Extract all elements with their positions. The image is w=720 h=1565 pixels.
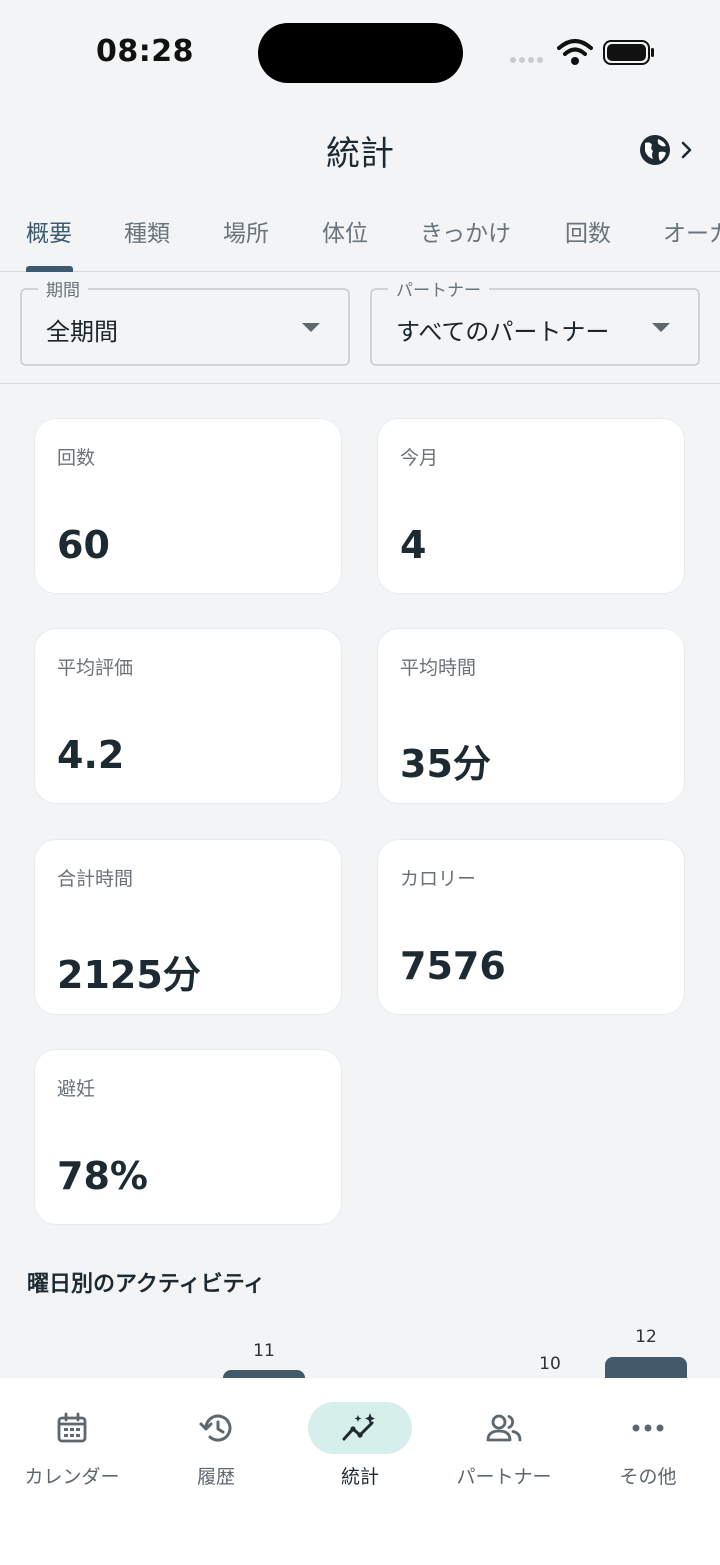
stat-label: 回数 [57, 447, 96, 469]
stat-value: 35分 [400, 742, 491, 786]
stat-card-this-month: 今月 4 [377, 418, 685, 594]
tab-trigger[interactable]: きっかけ [420, 214, 511, 248]
chart-bar [605, 1357, 687, 1380]
stat-label: カロリー [400, 868, 477, 890]
nav-label: 履歴 [196, 1466, 235, 1488]
stat-card-average-rating: 平均評価 4.2 [34, 628, 342, 804]
cellular-signal-icon [510, 57, 543, 63]
dynamic-island [258, 23, 463, 83]
chevron-right-icon [681, 141, 692, 159]
nav-calendar[interactable]: カレンダー [0, 1378, 144, 1498]
wifi-icon [557, 39, 593, 65]
calendar-icon [57, 1412, 87, 1443]
bottom-navigation: カレンダー 履歴 統計 パートナー その他 [0, 1378, 720, 1565]
more-icon [632, 1424, 664, 1432]
stat-value: 7576 [400, 944, 506, 988]
history-icon [199, 1414, 232, 1442]
stat-value: 2125分 [57, 953, 201, 997]
period-dropdown[interactable]: 期間 全期間 [20, 276, 350, 366]
period-value: 全期間 [46, 318, 118, 346]
caret-down-icon [302, 323, 320, 332]
app-header: 統計 [0, 110, 720, 190]
globe-icon [640, 135, 670, 165]
stat-value: 78% [57, 1154, 148, 1198]
tab-place[interactable]: 場所 [223, 214, 269, 248]
stat-value: 4 [400, 523, 427, 567]
tab-count[interactable]: 回数 [565, 214, 611, 248]
stat-card-count: 回数 60 [34, 418, 342, 594]
stat-label: 平均評価 [57, 657, 134, 679]
battery-icon [603, 40, 654, 65]
status-bar: 08:28 [0, 0, 720, 100]
stat-label: 避妊 [57, 1078, 96, 1100]
stat-label: 今月 [400, 447, 439, 469]
caret-down-icon [652, 323, 670, 332]
nav-history[interactable]: 履歴 [144, 1378, 288, 1498]
stat-value: 60 [57, 523, 110, 567]
people-icon [486, 1414, 522, 1442]
stat-label: 平均時間 [400, 657, 477, 679]
stat-label: 合計時間 [57, 868, 134, 890]
page-title: 統計 [326, 134, 394, 174]
filter-row: 期間 全期間 パートナー すべてのパートナー [0, 272, 720, 384]
language-button[interactable] [638, 128, 706, 172]
tab-orgasm[interactable]: オーガ [663, 214, 720, 248]
tab-bar: 概要 種類 場所 体位 きっかけ 回数 オーガ [0, 200, 720, 272]
nav-label: パートナー [456, 1466, 552, 1488]
tab-type[interactable]: 種類 [124, 214, 170, 248]
stat-card-total-duration: 合計時間 2125分 [34, 839, 342, 1015]
activity-section-title: 曜日別のアクティビティ [27, 1272, 266, 1297]
weekday-activity-chart: 11 10 12 [0, 1320, 720, 1380]
nav-partner[interactable]: パートナー [432, 1378, 576, 1498]
tab-position[interactable]: 体位 [322, 214, 368, 248]
partner-dropdown[interactable]: パートナー すべてのパートナー [370, 276, 700, 366]
nav-label: その他 [619, 1466, 677, 1488]
nav-stats[interactable]: 統計 [288, 1378, 432, 1498]
partner-value: すべてのパートナー [396, 318, 610, 346]
bar-value-label: 10 [539, 1354, 561, 1374]
stat-card-contraception: 避妊 78% [34, 1049, 342, 1225]
stat-value: 4.2 [57, 733, 125, 777]
period-label: 期間 [38, 276, 88, 301]
stat-card-average-duration: 平均時間 35分 [377, 628, 685, 804]
nav-label: カレンダー [24, 1466, 120, 1488]
status-time: 08:28 [96, 34, 194, 69]
nav-label: 統計 [340, 1466, 379, 1488]
bar-value-label: 11 [253, 1341, 275, 1361]
partner-label: パートナー [388, 276, 489, 301]
nav-more[interactable]: その他 [576, 1378, 720, 1498]
tab-overview[interactable]: 概要 [26, 214, 72, 248]
stat-card-calories: カロリー 7576 [377, 839, 685, 1015]
bar-value-label: 12 [635, 1327, 657, 1347]
trending-icon [342, 1413, 375, 1441]
